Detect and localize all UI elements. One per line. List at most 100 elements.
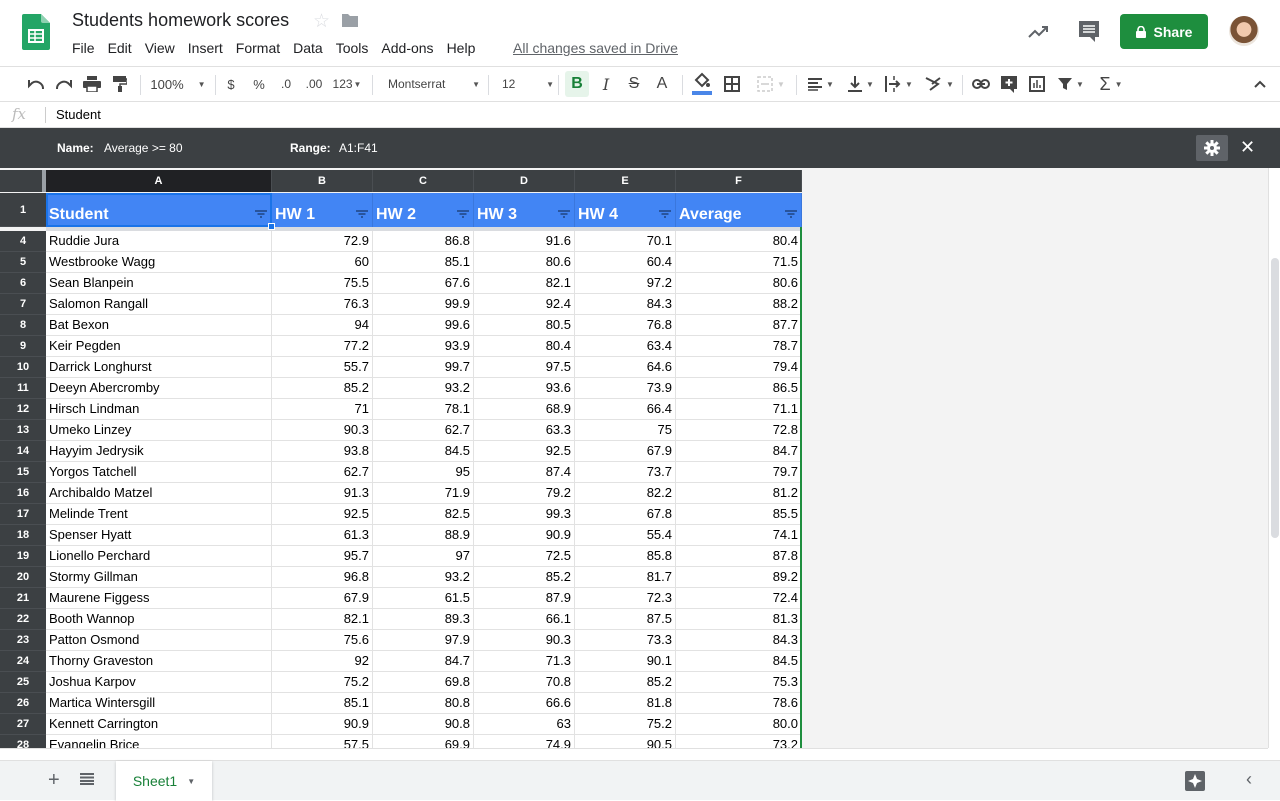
table-cell[interactable]: 93.2	[373, 378, 474, 399]
table-cell[interactable]: Lionello Perchard	[46, 546, 272, 567]
horizontal-align-icon[interactable]: ▼	[804, 67, 838, 101]
table-cell[interactable]: 88.9	[373, 525, 474, 546]
activity-trend-icon[interactable]	[1026, 20, 1050, 44]
table-cell[interactable]: 90.3	[272, 420, 373, 441]
paint-format-icon[interactable]	[108, 67, 132, 101]
table-cell[interactable]: 75.2	[575, 714, 676, 735]
table-cell[interactable]: 99.3	[474, 504, 575, 525]
table-cell[interactable]: Salomon Rangall	[46, 294, 272, 315]
menu-data[interactable]: Data	[293, 40, 323, 56]
fill-handle[interactable]	[268, 223, 275, 230]
table-cell[interactable]: 84.7	[373, 651, 474, 672]
table-cell[interactable]: Umeko Linzey	[46, 420, 272, 441]
table-cell[interactable]: 97.2	[575, 273, 676, 294]
redo-icon[interactable]	[52, 67, 76, 101]
row-header[interactable]: 7	[0, 294, 46, 315]
undo-icon[interactable]	[24, 67, 48, 101]
table-cell[interactable]: 67.9	[272, 588, 373, 609]
table-cell[interactable]: 73.9	[575, 378, 676, 399]
table-cell[interactable]: 80.5	[474, 315, 575, 336]
insert-comment-icon[interactable]	[998, 67, 1020, 101]
table-cell[interactable]: Westbrooke Wagg	[46, 252, 272, 273]
table-cell[interactable]: 93.2	[373, 567, 474, 588]
row-header[interactable]: 8	[0, 315, 46, 336]
table-cell[interactable]: 71.3	[474, 651, 575, 672]
table-cell[interactable]: 95.7	[272, 546, 373, 567]
table-cell[interactable]: 82.1	[272, 609, 373, 630]
fill-color-icon[interactable]	[690, 67, 714, 101]
row-header[interactable]: 1	[0, 193, 46, 227]
text-wrap-icon[interactable]: ▼	[882, 67, 916, 101]
table-cell[interactable]: 60.4	[575, 252, 676, 273]
table-cell[interactable]: 85.5	[676, 504, 802, 525]
table-cell[interactable]: 55.7	[272, 357, 373, 378]
table-cell[interactable]: 80.8	[373, 693, 474, 714]
select-all-corner[interactable]	[0, 170, 46, 192]
row-header[interactable]: 5	[0, 252, 46, 273]
table-cell[interactable]: 71	[272, 399, 373, 420]
table-cell[interactable]: Hirsch Lindman	[46, 399, 272, 420]
table-cell[interactable]: Keir Pegden	[46, 336, 272, 357]
table-cell[interactable]: 84.3	[575, 294, 676, 315]
table-cell[interactable]: 68.9	[474, 399, 575, 420]
table-cell[interactable]: 71.1	[676, 399, 802, 420]
table-cell[interactable]: 84.3	[676, 630, 802, 651]
text-rotation-icon[interactable]: ▼	[922, 67, 956, 101]
table-cell[interactable]: 62.7	[272, 462, 373, 483]
column-header-e[interactable]: E	[575, 170, 676, 192]
table-cell[interactable]: 87.9	[474, 588, 575, 609]
row-header[interactable]: 26	[0, 693, 46, 714]
table-cell[interactable]: 57.5	[272, 735, 373, 748]
table-cell[interactable]: 76.3	[272, 294, 373, 315]
menu-insert[interactable]: Insert	[188, 40, 223, 56]
table-cell[interactable]: 90.9	[272, 714, 373, 735]
table-cell[interactable]: 86.5	[676, 378, 802, 399]
merge-cells-icon[interactable]: ▼	[752, 67, 790, 101]
table-cell[interactable]: 80.4	[474, 336, 575, 357]
table-cell[interactable]: 81.3	[676, 609, 802, 630]
table-cell[interactable]: 86.8	[373, 231, 474, 252]
table-cell[interactable]: 70.1	[575, 231, 676, 252]
table-cell[interactable]: 78.1	[373, 399, 474, 420]
table-cell[interactable]: 81.2	[676, 483, 802, 504]
table-cell[interactable]: 80.6	[676, 273, 802, 294]
table-cell[interactable]: 99.6	[373, 315, 474, 336]
table-cell[interactable]: 92.5	[272, 504, 373, 525]
table-cell[interactable]: 74.9	[474, 735, 575, 748]
table-cell[interactable]: Joshua Karpov	[46, 672, 272, 693]
table-cell[interactable]: Maurene Figgess	[46, 588, 272, 609]
filter-icon[interactable]: ▼	[1054, 67, 1088, 101]
table-cell[interactable]: 88.2	[676, 294, 802, 315]
table-cell[interactable]: 71.5	[676, 252, 802, 273]
table-cell[interactable]: 85.1	[373, 252, 474, 273]
row-header[interactable]: 14	[0, 441, 46, 462]
table-cell[interactable]: Martica Wintersgill	[46, 693, 272, 714]
table-cell[interactable]: 78.7	[676, 336, 802, 357]
row-header[interactable]: 4	[0, 231, 46, 252]
decrease-decimal-button[interactable]: .0	[276, 67, 296, 101]
table-cell[interactable]: 91.6	[474, 231, 575, 252]
table-cell[interactable]: 99.9	[373, 294, 474, 315]
column-filter-icon[interactable]	[659, 210, 671, 218]
row-header[interactable]: 18	[0, 525, 46, 546]
row-header[interactable]: 27	[0, 714, 46, 735]
table-cell[interactable]: 72.9	[272, 231, 373, 252]
table-cell[interactable]: 92	[272, 651, 373, 672]
font-family-select[interactable]: Montserrat ▼	[382, 67, 480, 101]
horizontal-scrollbar[interactable]	[0, 748, 1268, 760]
table-cell[interactable]: 87.8	[676, 546, 802, 567]
table-cell[interactable]: Darrick Longhurst	[46, 357, 272, 378]
scroll-thumb[interactable]	[1271, 258, 1279, 538]
column-filter-icon[interactable]	[785, 210, 797, 218]
table-cell[interactable]: 67.6	[373, 273, 474, 294]
row-header[interactable]: 13	[0, 420, 46, 441]
table-cell[interactable]: 97	[373, 546, 474, 567]
table-cell[interactable]: 84.5	[676, 651, 802, 672]
row-header[interactable]: 25	[0, 672, 46, 693]
menu-addons[interactable]: Add-ons	[381, 40, 433, 56]
table-cell[interactable]: 55.4	[575, 525, 676, 546]
table-cell[interactable]: 63.4	[575, 336, 676, 357]
strikethrough-button[interactable]: S	[624, 67, 644, 101]
table-cell[interactable]: 66.4	[575, 399, 676, 420]
row-header[interactable]: 24	[0, 651, 46, 672]
